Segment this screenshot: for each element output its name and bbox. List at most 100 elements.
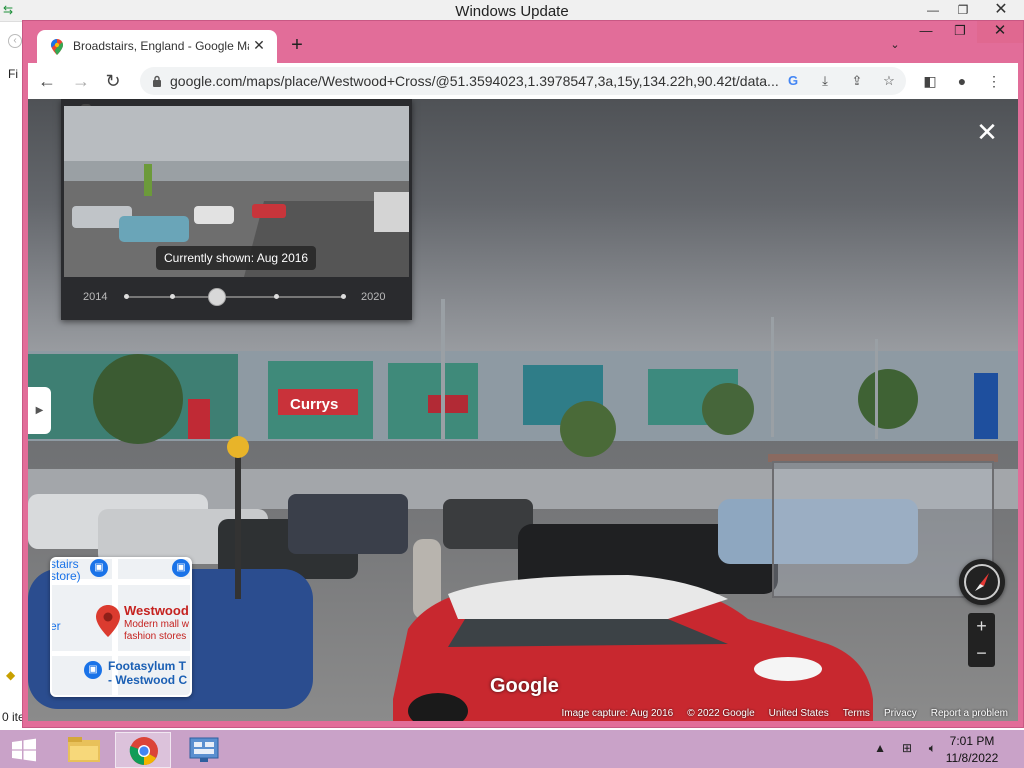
timeline-slider-thumb[interactable] [208, 288, 226, 306]
terms-link[interactable]: Terms [843, 708, 870, 719]
privacy-link[interactable]: Privacy [884, 708, 917, 719]
side-panel-icon[interactable]: ◧ [920, 71, 940, 91]
currys-sign-text: Currys [290, 396, 338, 413]
install-app-icon[interactable]: ⤓ [816, 72, 834, 90]
timeline-dot[interactable] [274, 294, 279, 299]
compass-icon[interactable] [959, 559, 1005, 605]
profile-avatar-icon[interactable]: ● [952, 71, 972, 91]
timeline-dot[interactable] [170, 294, 175, 299]
map-place-desc: Modern mall w [124, 619, 190, 630]
year-end-label: 2020 [361, 291, 386, 303]
google-lens-icon[interactable]: G [784, 72, 802, 90]
timeline-dot[interactable] [341, 294, 346, 299]
reload-button[interactable]: ↻ [102, 70, 124, 92]
zoom-in-button[interactable]: + [968, 613, 995, 640]
chrome-window: Broadstairs, England - Google Ma ✕ + ⌄ —… [22, 20, 1024, 728]
chrome-minimize-button[interactable]: — [909, 21, 943, 43]
timeline-dot[interactable] [124, 294, 129, 299]
show-hidden-icons-icon[interactable]: ▲ [874, 741, 886, 755]
minimize-button[interactable]: — [918, 0, 948, 22]
windows-start-icon[interactable] [10, 738, 38, 762]
clock-time[interactable]: 7:01 PM [942, 734, 1002, 748]
control-panel-icon [189, 737, 219, 762]
map-label: store) [50, 569, 81, 583]
time-travel-panel: Currently shown: Aug 2016 2014 2020 [61, 99, 412, 320]
belisha-pole [235, 439, 241, 599]
zoom-controls: + − [968, 613, 995, 667]
address-bar[interactable]: google.com/maps/place/Westwood+Cross/@51… [140, 67, 906, 95]
tree-center [560, 401, 616, 457]
map-place-name: Westwood [124, 603, 189, 618]
windows-update-titlebar: ⇆ Windows Update — ❐ ✕ [0, 0, 1024, 22]
bus-shelter-roof [768, 454, 998, 462]
time-travel-tooltip: Currently shown: Aug 2016 [156, 246, 317, 270]
country-link[interactable]: United States [769, 708, 829, 719]
tree-far-right [858, 369, 918, 429]
forward-button[interactable]: → [70, 70, 92, 92]
close-icon[interactable]: ✕ [976, 119, 998, 145]
chrome-window-controls: — ❐ ✕ [909, 21, 1023, 43]
tree-left [93, 354, 183, 444]
back-arrow-icon[interactable]: ‹ [8, 34, 22, 48]
map-label: er [50, 619, 61, 633]
chrome-restore-button[interactable]: ❐ [943, 21, 977, 43]
new-tab-button[interactable]: + [287, 35, 307, 55]
store-sign-red [428, 395, 468, 413]
map-footer: Image capture: Aug 2016 © 2022 Google Un… [561, 705, 1018, 721]
browser-tab[interactable]: Broadstairs, England - Google Ma ✕ [37, 30, 277, 63]
lamp-post-3 [875, 339, 878, 439]
volume-icon[interactable]: 🔈︎ [929, 741, 936, 756]
taskbar-file-explorer[interactable] [56, 732, 112, 768]
blue-sign-right [974, 373, 998, 439]
map-road [52, 651, 190, 656]
chrome-menu-icon[interactable]: ⋮ [984, 71, 1004, 91]
shopping-bag-icon: ▣ [90, 559, 108, 577]
timeline-slider-track[interactable] [126, 296, 345, 298]
zoom-out-button[interactable]: − [968, 640, 995, 667]
menu-file[interactable]: Fi [8, 67, 18, 81]
taskbar-chrome[interactable] [115, 732, 171, 768]
dark-van [288, 494, 408, 554]
chrome-close-button[interactable]: ✕ [977, 21, 1023, 43]
lamp-post-2 [771, 317, 774, 437]
copyright-text: © 2022 Google [687, 707, 755, 719]
taskbar-control-panel[interactable] [176, 732, 232, 768]
red-car-headlight [754, 657, 822, 681]
red-banner [188, 399, 210, 439]
expand-side-panel-chevron-icon[interactable]: ▶ [28, 387, 51, 434]
lamp-post [441, 299, 445, 439]
google-logo: Google [490, 675, 559, 697]
location-pin-icon [96, 605, 120, 637]
share-icon[interactable]: ⇪ [848, 72, 866, 90]
map-poi-label: - Westwood C [108, 673, 188, 687]
bookmark-star-icon[interactable]: ☆ [880, 72, 898, 90]
restore-button[interactable]: ❐ [948, 0, 978, 22]
google-maps-pin-icon [51, 39, 63, 55]
url-text: google.com/maps/place/Westwood+Cross/@51… [170, 73, 779, 89]
street-view-viewport[interactable]: Currys Currently shown: Aug 2016 2014 20… [28, 99, 1018, 721]
image-capture-date: Image capture: Aug 2016 [561, 707, 674, 719]
shopping-bag-icon: ▣ [84, 661, 102, 679]
year-start-label: 2014 [83, 291, 108, 303]
compass-needle-icon [964, 564, 1000, 600]
windows-update-controls: — ❐ ✕ [918, 0, 1024, 22]
shield-icon: ◆ [6, 668, 16, 682]
network-icon[interactable]: ⊞ [902, 741, 912, 755]
taskbar: ▲ ⊞ 🔈︎ 7:01 PM 11/8/2022 [0, 730, 1024, 768]
tab-strip: Broadstairs, England - Google Ma ✕ + ⌄ —… [23, 21, 1023, 63]
clock-date[interactable]: 11/8/2022 [942, 751, 1002, 765]
back-button[interactable]: ← [36, 70, 58, 92]
browser-toolbar: ← → ↻ google.com/maps/place/Westwood+Cro… [28, 63, 1018, 99]
chrome-icon [129, 737, 158, 765]
map-place-desc: fashion stores [124, 631, 187, 642]
shopping-bag-icon: ▣ [172, 559, 190, 577]
tab-search-chevron-icon[interactable]: ⌄ [887, 38, 903, 52]
close-button[interactable]: ✕ [978, 0, 1024, 22]
belisha-beacon [227, 436, 249, 458]
mini-map[interactable]: stairs store) er ▣ ▣ Westwood Modern mal… [50, 557, 192, 697]
tab-close-icon[interactable]: ✕ [251, 37, 267, 53]
folder-icon [68, 737, 100, 762]
report-problem-link[interactable]: Report a problem [931, 708, 1008, 719]
map-poi-label: Footasylum T [108, 659, 187, 673]
tab-title: Broadstairs, England - Google Ma [73, 39, 249, 53]
